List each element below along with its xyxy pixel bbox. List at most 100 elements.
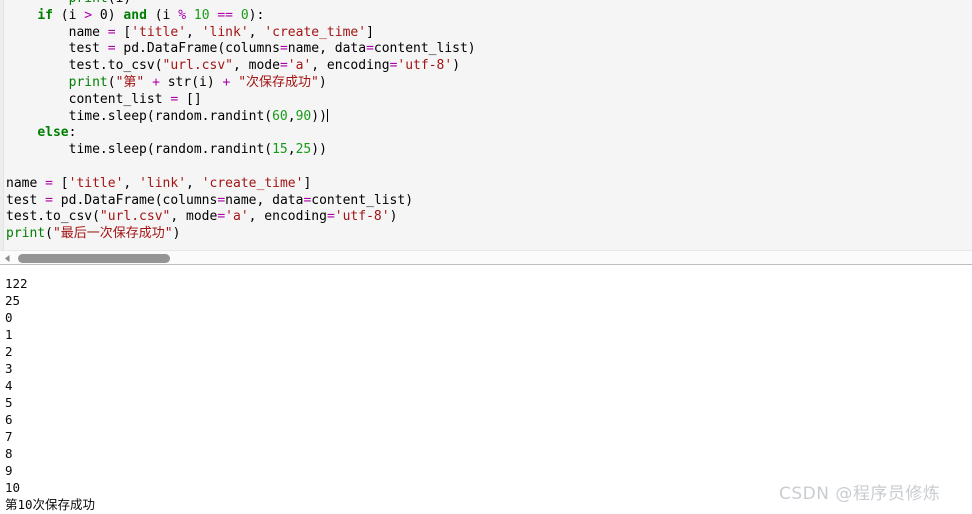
code-token: ) bbox=[318, 74, 327, 90]
code-token: "最后一次保存成功" bbox=[52, 226, 173, 242]
console-output[interactable]: 122 25 0 1 2 3 4 5 6 7 8 9 10 第10次保存成功 bbox=[0, 266, 972, 514]
line-test-df[interactable]: test = pd.DataFrame(columns=name, data=c… bbox=[6, 41, 476, 58]
code-token: , bbox=[186, 175, 202, 191]
code-token: name bbox=[6, 24, 108, 40]
code-token: 0 bbox=[240, 7, 249, 23]
output-line: 25 bbox=[5, 293, 21, 308]
code-token: "url.csv" bbox=[99, 209, 171, 225]
code-token: if bbox=[37, 7, 53, 23]
code-token: , bbox=[123, 175, 140, 191]
code-token: ) bbox=[389, 209, 398, 225]
line-print-final[interactable]: print("最后一次保存成功") bbox=[6, 226, 476, 243]
code-token: pd.DataFrame(columns bbox=[115, 41, 280, 57]
line-else[interactable]: else: bbox=[6, 125, 476, 142]
code-token: test bbox=[6, 41, 108, 57]
code-token: = bbox=[217, 209, 226, 225]
code-token: > bbox=[84, 7, 93, 23]
line-to-csv-2[interactable]: test.to_csv("url.csv", mode='a', encodin… bbox=[6, 209, 476, 226]
line-blank-1[interactable] bbox=[6, 159, 476, 176]
code-token: (i) bbox=[108, 0, 131, 6]
output-line: 9 bbox=[5, 463, 13, 478]
code-token: , encoding bbox=[311, 58, 390, 74]
code-token: = bbox=[45, 175, 53, 191]
output-line: 6 bbox=[5, 412, 13, 427]
code-token: ) bbox=[452, 58, 461, 74]
line-print-i[interactable]: print(i) bbox=[6, 0, 476, 8]
code-token: ) bbox=[172, 226, 181, 242]
code-token: ( bbox=[45, 226, 53, 242]
code-token: 'create_time' bbox=[264, 24, 367, 40]
code-token: str(i) bbox=[159, 74, 223, 90]
code-token: 'utf-8' bbox=[334, 209, 390, 225]
code-token: , encoding bbox=[248, 209, 327, 225]
code-token: 10 bbox=[193, 7, 210, 23]
code-token: 'a' bbox=[287, 58, 312, 74]
output-line: 3 bbox=[5, 361, 13, 376]
output-line: 第10次保存成功 bbox=[5, 497, 96, 512]
code-token: name, data bbox=[287, 41, 367, 57]
code-token: == bbox=[217, 7, 234, 23]
output-line: 122 bbox=[5, 276, 28, 291]
code-token: = bbox=[366, 41, 374, 57]
output-line: 2 bbox=[5, 344, 13, 359]
code-token: 'title' bbox=[131, 24, 187, 40]
code-token: 15 bbox=[272, 142, 288, 158]
line-print-save[interactable]: print("第" + str(i) + "次保存成功") bbox=[6, 75, 476, 92]
output-line: 10 bbox=[5, 480, 21, 495]
code-token: )) bbox=[311, 142, 327, 158]
output-line: 8 bbox=[5, 446, 13, 461]
code-token: print bbox=[68, 74, 108, 90]
line-to-csv[interactable]: test.to_csv("url.csv", mode='a', encodin… bbox=[6, 58, 476, 75]
code-token: 'title' bbox=[68, 175, 124, 191]
code-token: = bbox=[107, 24, 116, 40]
scrollbar-thumb[interactable] bbox=[18, 254, 170, 263]
output-line: 5 bbox=[5, 395, 13, 410]
code-token: "第" bbox=[115, 74, 145, 90]
python-code-editor[interactable]: print(i) if (i > 0) and (i % 10 == 0): n… bbox=[0, 0, 972, 250]
code-token: + bbox=[152, 74, 160, 90]
csdn-watermark: CSDN @程序员修炼 bbox=[779, 484, 941, 504]
code-token: [ bbox=[52, 175, 69, 191]
line-content-reset[interactable]: content_list = [] bbox=[6, 92, 476, 109]
code-token: 60 bbox=[272, 108, 288, 124]
code-token: , mode bbox=[170, 209, 218, 225]
code-content[interactable]: print(i) if (i > 0) and (i % 10 == 0): n… bbox=[6, 0, 476, 243]
output-line: 7 bbox=[5, 429, 13, 444]
code-token: (i bbox=[52, 7, 85, 23]
text-caret bbox=[326, 108, 328, 122]
output-line: 1 bbox=[5, 327, 13, 342]
code-token: , bbox=[186, 24, 202, 40]
line-name-2[interactable]: name = ['title', 'link', 'create_time'] bbox=[6, 176, 476, 193]
code-token: content_list) bbox=[311, 192, 414, 208]
triangle-left-icon[interactable] bbox=[3, 254, 12, 263]
code-token: "次保存成功" bbox=[238, 74, 319, 90]
code-token: = bbox=[279, 58, 288, 74]
code-token: [] bbox=[178, 91, 202, 107]
code-token: (i bbox=[146, 7, 179, 23]
code-token: = bbox=[326, 209, 335, 225]
code-token: pd.DataFrame(columns bbox=[52, 192, 218, 208]
line-name[interactable]: name = ['title', 'link', 'create_time'] bbox=[6, 25, 476, 42]
line-if[interactable]: if (i > 0) and (i % 10 == 0): bbox=[6, 8, 476, 25]
code-token: ): bbox=[248, 7, 265, 23]
code-token: , bbox=[287, 142, 296, 158]
code-token: = bbox=[107, 41, 116, 57]
code-token: , bbox=[248, 24, 265, 40]
line-sleep-long[interactable]: time.sleep(random.randint(60,90)) bbox=[6, 108, 476, 126]
code-token: print bbox=[6, 226, 46, 242]
code-token: ] bbox=[303, 175, 312, 191]
line-test-df-2[interactable]: test = pd.DataFrame(columns=name, data=c… bbox=[6, 193, 476, 210]
code-token: % bbox=[178, 7, 187, 23]
code-token: 'create_time' bbox=[201, 175, 304, 191]
line-sleep-short[interactable]: time.sleep(random.randint(15,25)) bbox=[6, 142, 476, 159]
code-token: test.to_csv( bbox=[6, 209, 100, 225]
code-token: 'link' bbox=[201, 24, 249, 40]
code-token: )) bbox=[311, 108, 327, 124]
horizontal-scrollbar[interactable] bbox=[0, 250, 972, 265]
code-token: "url.csv" bbox=[162, 58, 233, 74]
